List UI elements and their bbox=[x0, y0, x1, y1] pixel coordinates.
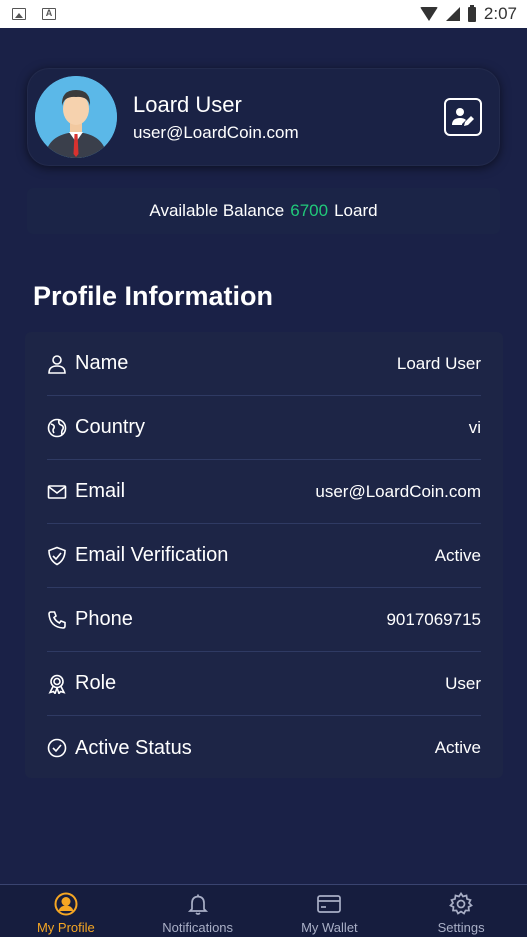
info-row-name: Name Loard User bbox=[47, 332, 481, 396]
status-bar: A 2:07 bbox=[0, 0, 527, 28]
section-title: Profile Information bbox=[33, 281, 274, 311]
profile-icon bbox=[53, 891, 79, 917]
status-left: A bbox=[12, 8, 56, 20]
row-value: vi bbox=[468, 417, 481, 437]
info-row-active-status: Active Status Active bbox=[47, 716, 481, 780]
nav-my-wallet[interactable]: My Wallet bbox=[264, 887, 395, 935]
info-row-role: Role User bbox=[47, 652, 481, 716]
row-label: Phone bbox=[75, 608, 133, 630]
nav-label: Settings bbox=[437, 920, 485, 935]
wifi-icon bbox=[419, 7, 438, 21]
row-label: Email Verification bbox=[75, 544, 229, 566]
wallet-icon bbox=[316, 891, 342, 917]
nav-label: My Wallet bbox=[301, 920, 358, 935]
nav-label: My Profile bbox=[36, 920, 95, 935]
row-value: Active bbox=[434, 545, 481, 565]
nav-settings[interactable]: Settings bbox=[396, 887, 527, 935]
battery-icon bbox=[467, 4, 476, 22]
avatar[interactable] bbox=[35, 76, 117, 158]
gear-icon bbox=[448, 891, 474, 917]
balance-label: Available Balance bbox=[149, 201, 285, 220]
phone-icon bbox=[47, 610, 67, 630]
row-value: Loard User bbox=[396, 353, 481, 373]
mail-icon bbox=[47, 482, 67, 502]
balance-amount: 6700 bbox=[290, 201, 329, 220]
info-row-email: Email user@LoardCoin.com bbox=[47, 460, 481, 524]
info-row-email-verification: Email Verification Active bbox=[47, 524, 481, 588]
status-right: 2:07 bbox=[419, 4, 517, 24]
row-value: User bbox=[445, 673, 481, 693]
nav-label: Notifications bbox=[162, 920, 234, 935]
user-name: Loard User bbox=[133, 92, 242, 117]
balance-bar: Available Balance 6700 Loard bbox=[27, 188, 500, 234]
row-value: Active bbox=[434, 738, 481, 757]
row-label: Role bbox=[75, 672, 117, 694]
shield-check-icon bbox=[47, 546, 67, 566]
row-value: 9017069715 bbox=[386, 609, 481, 629]
edit-user-icon bbox=[452, 108, 474, 126]
user-info: Loard User user@LoardCoin.com bbox=[133, 91, 299, 143]
check-circle-icon bbox=[47, 738, 67, 758]
row-value: user@LoardCoin.com bbox=[315, 481, 481, 501]
nav-notifications[interactable]: Notifications bbox=[132, 887, 263, 935]
award-icon bbox=[47, 674, 67, 694]
status-time: 2:07 bbox=[483, 4, 517, 23]
row-label: Country bbox=[75, 416, 146, 438]
user-email: user@LoardCoin.com bbox=[133, 123, 299, 142]
profile-card: Loard User user@LoardCoin.com bbox=[27, 68, 500, 166]
row-label: Name bbox=[75, 352, 129, 374]
nav-my-profile[interactable]: My Profile bbox=[0, 887, 131, 935]
row-label: Active Status bbox=[75, 736, 192, 759]
edit-profile-button[interactable] bbox=[444, 98, 482, 136]
info-row-phone: Phone 9017069715 bbox=[47, 588, 481, 652]
profile-info-card: Name Loard User Country vi Email user@Lo… bbox=[25, 332, 503, 778]
bottom-nav: My Profile Notifications My Wallet Setti… bbox=[0, 884, 527, 937]
balance-currency: Loard bbox=[334, 201, 378, 220]
globe-icon bbox=[47, 418, 67, 438]
image-icon bbox=[12, 8, 26, 20]
a-icon: A bbox=[42, 8, 56, 20]
signal-icon bbox=[445, 7, 460, 21]
user-icon bbox=[47, 354, 67, 374]
info-row-country: Country vi bbox=[47, 396, 481, 460]
bell-icon bbox=[185, 891, 211, 917]
row-label: Email bbox=[75, 480, 126, 502]
